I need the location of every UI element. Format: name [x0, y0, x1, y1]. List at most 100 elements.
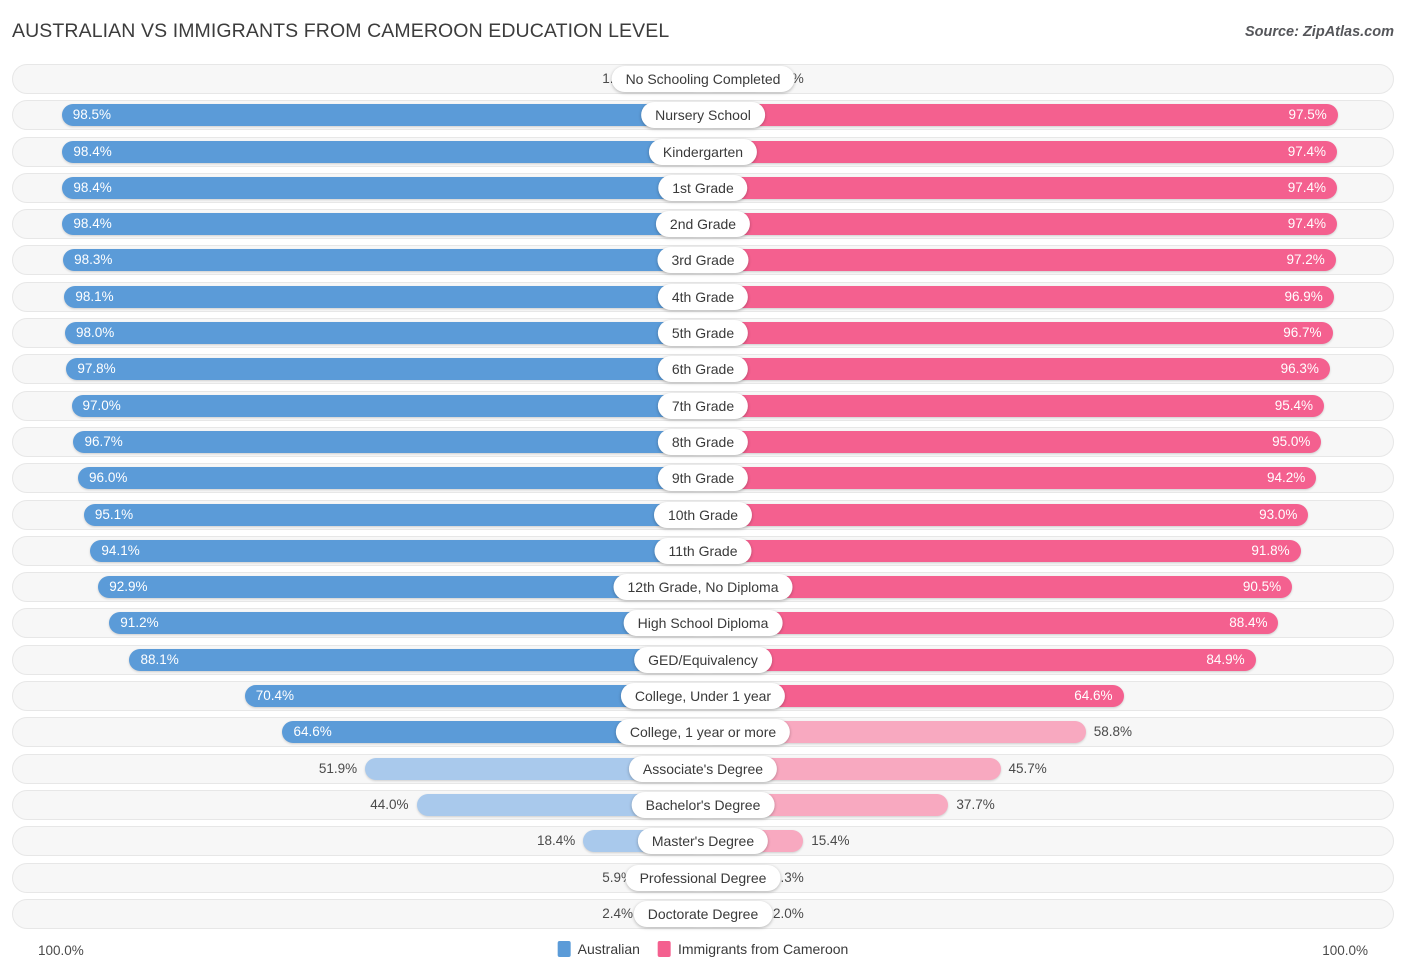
table-row: 96.0% 94.2% 9th Grade — [12, 463, 1394, 494]
right-half: 94.2% — [703, 464, 1393, 492]
table-row: 96.7% 95.0% 8th Grade — [12, 426, 1394, 457]
value-label-cameroon: 96.9% — [1284, 288, 1323, 304]
left-half: 98.0% — [13, 319, 703, 347]
category-label: 5th Grade — [657, 320, 749, 347]
bar-cameroon: 94.2% — [703, 467, 1317, 490]
left-half: 97.0% — [13, 392, 703, 420]
category-label: College, Under 1 year — [620, 683, 786, 710]
row-inner: 95.1% 93.0% 10th Grade — [13, 501, 1393, 529]
left-half: 92.9% — [13, 573, 703, 601]
bar-australian: 98.4% — [62, 176, 703, 199]
value-label-australian: 98.4% — [73, 179, 112, 195]
bar-australian: 98.5% — [61, 104, 703, 127]
right-half: 84.9% — [703, 646, 1393, 674]
left-half: 70.4% — [13, 682, 703, 710]
row-inner: 97.0% 95.4% 7th Grade — [13, 392, 1393, 420]
table-row: 98.0% 96.7% 5th Grade — [12, 318, 1394, 349]
row-inner: 70.4% 64.6% College, Under 1 year — [13, 682, 1393, 710]
table-row: 2.4% 2.0% Doctorate Degree — [12, 898, 1394, 929]
legend-label: Australian — [577, 941, 640, 957]
value-label-cameroon: 96.3% — [1280, 361, 1319, 377]
value-label-cameroon: 95.4% — [1274, 397, 1314, 413]
right-half: 97.4% — [703, 138, 1393, 166]
value-label-australian: 98.5% — [72, 107, 112, 123]
value-label-cameroon: 97.4% — [1287, 179, 1327, 195]
category-label: Master's Degree — [637, 828, 769, 855]
category-label: 9th Grade — [657, 465, 749, 492]
row-inner: 64.6% 58.8% College, 1 year or more — [13, 718, 1393, 746]
right-half: 95.0% — [703, 428, 1393, 456]
axis-max-left: 100.0% — [38, 943, 84, 958]
category-label: 3rd Grade — [657, 247, 749, 274]
axis-max-right: 100.0% — [1322, 943, 1368, 958]
right-half: 91.8% — [703, 537, 1393, 565]
bar-australian: 98.4% — [62, 140, 703, 163]
left-half: 98.4% — [13, 210, 703, 238]
table-row: 70.4% 64.6% College, Under 1 year — [12, 681, 1394, 712]
left-half: 91.2% — [13, 609, 703, 637]
bar-australian: 88.1% — [129, 648, 703, 671]
value-label-australian: 70.4% — [255, 688, 294, 704]
category-label: Nursery School — [641, 102, 765, 129]
source-attribution: Source: ZipAtlas.com — [1244, 24, 1394, 40]
row-inner: 92.9% 90.5% 12th Grade, No Diploma — [13, 573, 1393, 601]
row-inner: 98.3% 97.2% 3rd Grade — [13, 246, 1393, 274]
table-row: 98.4% 97.4% 1st Grade — [12, 172, 1394, 203]
row-inner: 2.4% 2.0% Doctorate Degree — [13, 900, 1393, 928]
row-inner: 97.8% 96.3% 6th Grade — [13, 355, 1393, 383]
table-row: 91.2% 88.4% High School Diploma — [12, 608, 1394, 639]
value-label-cameroon: 94.2% — [1266, 470, 1306, 486]
bar-cameroon: 97.2% — [703, 249, 1336, 272]
value-label-cameroon: 84.9% — [1206, 651, 1245, 667]
legend-swatch-icon — [657, 941, 671, 957]
left-half: 44.0% — [13, 791, 703, 819]
bar-cameroon: 95.0% — [703, 430, 1322, 453]
value-label-australian: 94.1% — [101, 542, 140, 558]
bar-cameroon: 96.3% — [703, 358, 1330, 381]
category-label: 10th Grade — [653, 501, 753, 528]
bar-australian: 92.9% — [98, 576, 703, 599]
right-half: 96.7% — [703, 319, 1393, 347]
bar-australian: 95.1% — [83, 503, 703, 526]
table-row: 98.3% 97.2% 3rd Grade — [12, 245, 1394, 276]
right-half: 4.3% — [703, 864, 1393, 892]
bar-rows-container: 1.6%2.5%No Schooling Completed 98.5% 97.5%… — [12, 64, 1394, 935]
table-row: 64.6% 58.8% College, 1 year or more — [12, 717, 1394, 748]
left-half: 98.4% — [13, 174, 703, 202]
row-inner: 98.0% 96.7% 5th Grade — [13, 319, 1393, 347]
category-label: 2nd Grade — [655, 211, 751, 238]
category-label: 4th Grade — [657, 283, 749, 310]
category-label: GED/Equivalency — [634, 646, 772, 673]
bar-cameroon: 96.7% — [703, 322, 1333, 345]
bar-cameroon: 97.4% — [703, 140, 1338, 163]
left-half: 88.1% — [13, 646, 703, 674]
category-label: 7th Grade — [657, 392, 749, 419]
row-inner: 44.0% 37.7% Bachelor's Degree — [13, 791, 1393, 819]
table-row: 88.1% 84.9% GED/Equivalency — [12, 644, 1394, 675]
category-label: 1st Grade — [658, 174, 748, 201]
value-label-cameroon: 91.8% — [1251, 542, 1290, 558]
table-row: 18.4% 15.4% Master's Degree — [12, 826, 1394, 857]
row-inner: 98.4% 97.4% 2nd Grade — [13, 210, 1393, 238]
left-half: 64.6% — [13, 718, 703, 746]
value-label-australian: 2.4% — [602, 905, 633, 921]
left-half: 98.4% — [13, 138, 703, 166]
left-half: 98.3% — [13, 246, 703, 274]
row-inner: 1.6%2.5%No Schooling Completed — [13, 65, 1393, 93]
category-label: 12th Grade, No Diploma — [613, 574, 793, 601]
value-label-cameroon: 58.8% — [1093, 724, 1133, 740]
legend-item-cameroon: Immigrants from Cameroon — [657, 941, 849, 957]
row-inner: 91.2% 88.4% High School Diploma — [13, 609, 1393, 637]
value-label-cameroon: 45.7% — [1008, 760, 1047, 776]
right-half: 97.2% — [703, 246, 1393, 274]
table-row: 92.9% 90.5% 12th Grade, No Diploma — [12, 572, 1394, 603]
bar-cameroon: 97.4% — [703, 213, 1338, 236]
value-label-australian: 18.4% — [536, 833, 576, 849]
value-label-cameroon: 64.6% — [1074, 688, 1113, 704]
category-label: College, 1 year or more — [615, 719, 791, 746]
row-inner: 98.4% 97.4% 1st Grade — [13, 174, 1393, 202]
bar-australian: 96.7% — [73, 430, 703, 453]
legend-label: Immigrants from Cameroon — [677, 941, 849, 957]
bar-cameroon: 97.5% — [703, 104, 1338, 127]
row-inner: 94.1% 91.8% 11th Grade — [13, 537, 1393, 565]
